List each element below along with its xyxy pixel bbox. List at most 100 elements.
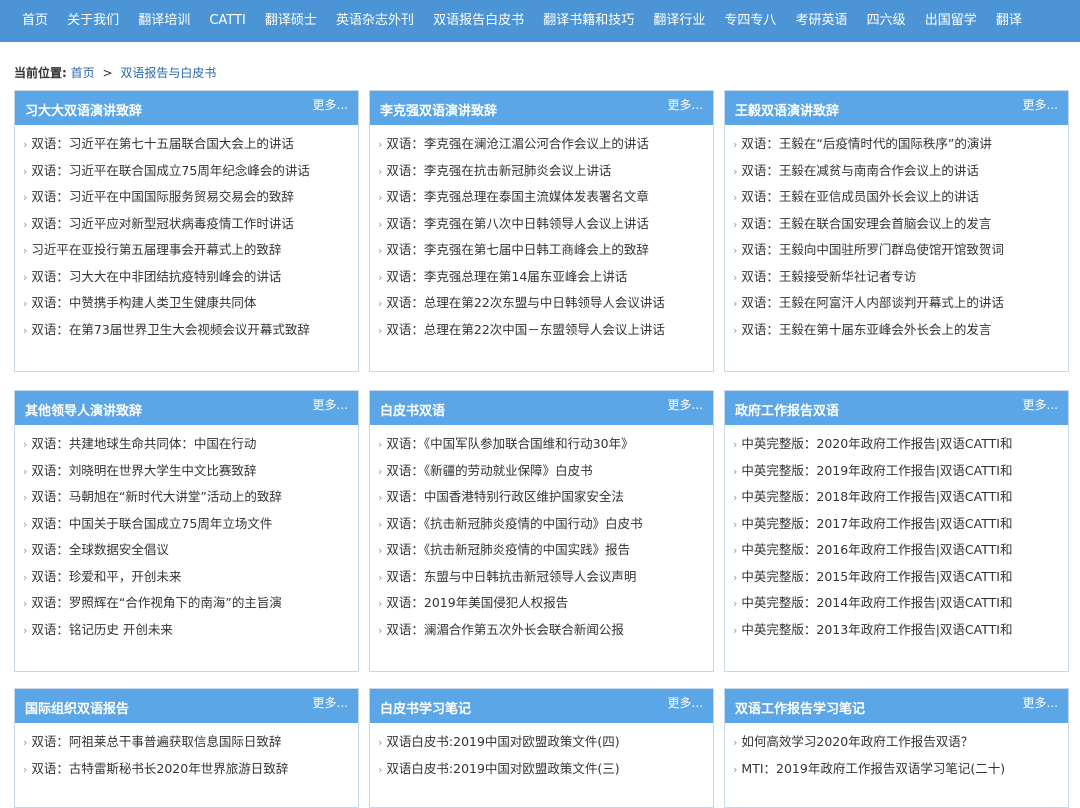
- article-link[interactable]: › 双语：总理在第22次中国－东盟领导人会议上讲话: [370, 317, 713, 344]
- more-link[interactable]: 更多...: [1023, 694, 1058, 711]
- nav-item-about[interactable]: 关于我们: [60, 0, 126, 42]
- nav-item-study-abroad[interactable]: 出国留学: [918, 0, 984, 42]
- panel-header: 其他领导人演讲致辞 更多...: [15, 391, 358, 425]
- nav-item-mti[interactable]: 翻译硕士: [258, 0, 324, 42]
- article-link[interactable]: › 双语：共建地球生命共同体：中国在行动: [15, 431, 358, 458]
- article-link[interactable]: › 双语：中国关于联合国成立75周年立场文件: [15, 511, 358, 538]
- nav-item-bilingual-reports[interactable]: 双语报告白皮书: [426, 0, 531, 42]
- article-list: › 双语：共建地球生命共同体：中国在行动 › 双语：刘晓明在世界大学生中文比赛致辞 › 双…: [15, 425, 358, 643]
- article-link[interactable]: › 双语：铭记历史 开创未来: [15, 617, 358, 644]
- article-link[interactable]: › 双语：李克强在第八次中日韩领导人会议上讲话: [370, 211, 713, 238]
- article-link[interactable]: › 双语：王毅在减贫与南南合作会议上的讲话: [725, 158, 1068, 185]
- nav-item-magazines[interactable]: 英语杂志外刊: [329, 0, 421, 42]
- breadcrumb-current-link[interactable]: 双语报告与白皮书: [120, 66, 216, 80]
- article-link[interactable]: › 双语：李克强在抗击新冠肺炎会议上讲话: [370, 158, 713, 185]
- article-link[interactable]: › 双语：罗照辉在“合作视角下的南海”的主旨演: [15, 590, 358, 617]
- article-link[interactable]: › 双语：王毅在“后疫情时代的国际秩序”的演讲: [725, 131, 1068, 158]
- article-link[interactable]: › 中英完整版：2013年政府工作报告|双语CATTI和: [725, 617, 1068, 644]
- nav-item-tem[interactable]: 专四专八: [717, 0, 783, 42]
- article-link[interactable]: › 双语：习近平在中国国际服务贸易交易会的致辞: [15, 184, 358, 211]
- article-title: 习近平在亚投行第五届理事会开幕式上的致辞: [31, 242, 282, 257]
- article-title: 双语：王毅在减贫与南南合作会议上的讲话: [741, 162, 979, 178]
- article-link[interactable]: › 中英完整版：2019年政府工作报告|双语CATTI和: [725, 458, 1068, 485]
- article-link[interactable]: › 双语：珍爱和平，开创未来: [15, 564, 358, 591]
- article-link[interactable]: › 中英完整版：2016年政府工作报告|双语CATTI和: [725, 537, 1068, 564]
- article-link[interactable]: › 双语：王毅接受新华社记者专访: [725, 264, 1068, 291]
- article-link[interactable]: › 双语：习近平应对新型冠状病毒疫情工作时讲话: [15, 211, 358, 238]
- panel-header: 白皮书双语 更多...: [370, 391, 713, 425]
- article-link[interactable]: › 双语：2019年美国侵犯人权报告: [370, 590, 713, 617]
- article-link[interactable]: › 双语：李克强总理在泰国主流媒体发表署名文章: [370, 184, 713, 211]
- breadcrumb-home-link[interactable]: 首页: [71, 66, 95, 80]
- nav-item-training[interactable]: 翻译培训: [131, 0, 197, 42]
- article-link[interactable]: › 双语：王毅在阿富汗人内部谈判开幕式上的讲话: [725, 290, 1068, 317]
- more-link[interactable]: 更多...: [668, 96, 703, 113]
- article-link[interactable]: › 双语白皮书:2019中国对欧盟政策文件(三): [370, 756, 713, 783]
- nav-item-translation[interactable]: 翻译: [989, 0, 1029, 42]
- article-link[interactable]: › 中英完整版：2020年政府工作报告|双语CATTI和: [725, 431, 1068, 458]
- article-link[interactable]: › 双语：澜湄合作第五次外长会联合新闻公报: [370, 617, 713, 644]
- article-link[interactable]: › 双语：《中国军队参加联合国维和行动30年》: [370, 431, 713, 458]
- article-link[interactable]: › MTI：2019年政府工作报告双语学习笔记(二十): [725, 756, 1068, 783]
- article-link[interactable]: › 双语：《抗击新冠肺炎疫情的中国行动》白皮书: [370, 511, 713, 538]
- article-link[interactable]: › 双语：《新疆的劳动就业保障》白皮书: [370, 458, 713, 485]
- article-link[interactable]: › 双语：王毅在亚信成员国外长会议上的讲话: [725, 184, 1068, 211]
- more-link[interactable]: 更多...: [313, 396, 348, 413]
- more-link[interactable]: 更多...: [1023, 396, 1058, 413]
- chevron-right-icon: ›: [733, 217, 738, 231]
- article-link[interactable]: › 中英完整版：2015年政府工作报告|双语CATTI和: [725, 564, 1068, 591]
- article-link[interactable]: › 如何高效学习2020年政府工作报告双语？: [725, 729, 1068, 756]
- article-link[interactable]: › 双语：东盟与中日韩抗击新冠领导人会议声明: [370, 564, 713, 591]
- article-link[interactable]: › 双语：全球数据安全倡议: [15, 537, 358, 564]
- chevron-right-icon: ›: [378, 597, 383, 610]
- article-link[interactable]: › 双语：中国香港特别行政区维护国家安全法: [370, 484, 713, 511]
- article-link[interactable]: › 双语：习大大在中非团结抗疫特别峰会的讲话: [15, 264, 358, 291]
- more-link[interactable]: 更多...: [668, 694, 703, 711]
- chevron-right-icon: ›: [733, 736, 738, 749]
- article-link[interactable]: › 双语：习近平在联合国成立75周年纪念峰会的讲话: [15, 158, 358, 185]
- nav-item-books-skills[interactable]: 翻译书籍和技巧: [536, 0, 641, 42]
- article-link[interactable]: › 习近平在亚投行第五届理事会开幕式上的致辞: [15, 237, 358, 264]
- article-link[interactable]: › 双语：李克强在澜沧江湄公河合作会议上的讲话: [370, 131, 713, 158]
- article-title: 双语：古特雷斯秘书长2020年世界旅游日致辞: [31, 760, 289, 776]
- panel-title: 习大大双语演讲致辞: [25, 104, 143, 119]
- chevron-right-icon: ›: [378, 544, 383, 557]
- panel-other-leaders: 其他领导人演讲致辞 更多... › 双语：共建地球生命共同体：中国在行动 › 双语：刘晓明…: [14, 390, 359, 672]
- chevron-right-icon: ›: [378, 191, 383, 204]
- article-link[interactable]: › 双语：中赞携手构建人类卫生健康共同体: [15, 290, 358, 317]
- article-link[interactable]: › 双语：李克强在第七届中日韩工商峰会上的致辞: [370, 237, 713, 264]
- article-title: 双语：习近平在第七十五届联合国大会上的讲话: [31, 136, 294, 151]
- nav-item-postgrad-english[interactable]: 考研英语: [789, 0, 855, 42]
- article-link[interactable]: › 双语：《抗击新冠肺炎疫情的中国实践》报告: [370, 537, 713, 564]
- article-link[interactable]: › 中英完整版：2018年政府工作报告|双语CATTI和: [725, 484, 1068, 511]
- panel-header: 李克强双语演讲致辞 更多...: [370, 91, 713, 125]
- article-link[interactable]: › 双语：习近平在第七十五届联合国大会上的讲话: [15, 131, 358, 158]
- more-link[interactable]: 更多...: [1023, 96, 1058, 113]
- article-link[interactable]: › 双语：王毅在联合国安理会首脑会议上的发言: [725, 211, 1068, 238]
- chevron-right-icon: ›: [23, 138, 28, 151]
- nav-item-industry[interactable]: 翻译行业: [646, 0, 712, 42]
- article-link[interactable]: › 中英完整版：2017年政府工作报告|双语CATTI和: [725, 511, 1068, 538]
- article-list: › 双语白皮书:2019中国对欧盟政策文件(四) › 双语白皮书:2019中国对欧盟政…: [370, 723, 713, 782]
- more-link[interactable]: 更多...: [313, 96, 348, 113]
- article-link[interactable]: › 中英完整版：2014年政府工作报告|双语CATTI和: [725, 590, 1068, 617]
- article-link[interactable]: › 双语：总理在第22次东盟与中日韩领导人会议讲话: [370, 290, 713, 317]
- article-link[interactable]: › 双语白皮书:2019中国对欧盟政策文件(四): [370, 729, 713, 756]
- article-link[interactable]: › 双语：马朝旭在“新时代大讲堂”活动上的致辞: [15, 484, 358, 511]
- article-link[interactable]: › 双语：古特雷斯秘书长2020年世界旅游日致辞: [15, 756, 358, 783]
- article-title: 双语：《抗击新冠肺炎疫情的中国行动》白皮书: [386, 515, 643, 531]
- article-link[interactable]: › 双语：王毅向中国驻所罗门群岛使馆开馆致贺词: [725, 237, 1068, 264]
- breadcrumb: 当前位置: 首页 > 双语报告与白皮书: [14, 64, 216, 81]
- article-title: 双语：总理在第22次中国－东盟领导人会议上讲话: [386, 321, 665, 337]
- nav-item-cet[interactable]: 四六级: [860, 0, 913, 42]
- article-link[interactable]: › 双语：阿祖莱总干事普遍获取信息国际日致辞: [15, 729, 358, 756]
- article-link[interactable]: › 双语：李克强总理在第14届东亚峰会上讲话: [370, 264, 713, 291]
- more-link[interactable]: 更多...: [313, 694, 348, 711]
- article-link[interactable]: › 双语：王毅在第十届东亚峰会外长会上的发言: [725, 317, 1068, 344]
- article-link[interactable]: › 双语：刘晓明在世界大学生中文比赛致辞: [15, 458, 358, 485]
- more-link[interactable]: 更多...: [668, 396, 703, 413]
- nav-item-home[interactable]: 首页: [0, 0, 55, 42]
- article-link[interactable]: › 双语：在第73届世界卫生大会视频会议开幕式致辞: [15, 317, 358, 344]
- nav-item-catti[interactable]: CATTI: [202, 0, 252, 42]
- article-title: 双语：《中国军队参加联合国维和行动30年》: [386, 436, 634, 451]
